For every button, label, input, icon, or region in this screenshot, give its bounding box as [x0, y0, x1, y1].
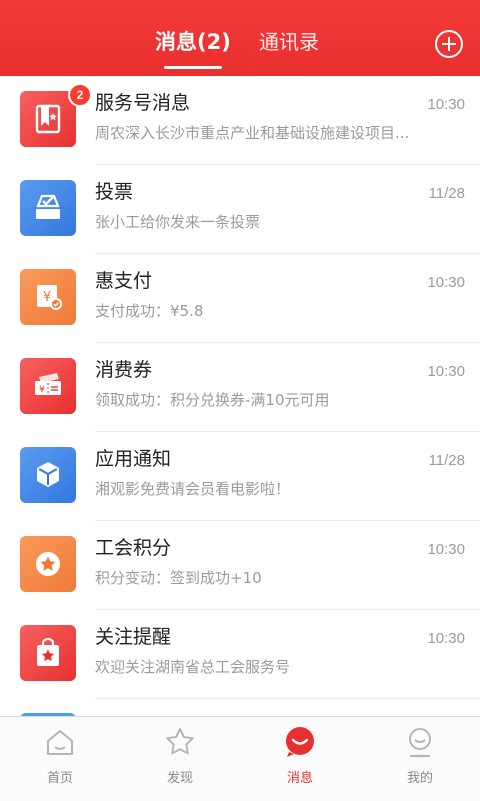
bottom-tab-bar: 首页 发现 消息 我的 — [0, 716, 480, 801]
tabbar-label: 消息 — [286, 771, 313, 786]
list-item[interactable]: 2 服务号消息 周农深入长沙市重点产业和基础设施建设项目... 10:30 — [0, 76, 480, 165]
star-circle-icon — [20, 536, 76, 592]
home-icon — [47, 729, 73, 755]
unread-badge: 2 — [68, 83, 92, 107]
tabbar-item-profile[interactable]: 我的 — [360, 717, 480, 801]
svg-text:¥: ¥ — [43, 290, 51, 305]
tabbar-item-discover[interactable]: 发现 — [120, 717, 240, 801]
list-item[interactable]: 工会积分 积分变动：签到成功+10 10:30 — [0, 521, 480, 610]
yuan-payment-icon: ¥ — [20, 269, 76, 325]
item-subtitle: 周农深入长沙市重点产业和基础设施建设项目... — [95, 124, 410, 142]
item-time: 10:30 — [427, 363, 465, 380]
item-subtitle: 积分变动：签到成功+10 — [95, 569, 262, 587]
svg-text:¥: ¥ — [39, 385, 45, 395]
item-subtitle: 欢迎关注湖南省总工会服务号 — [95, 658, 291, 676]
item-time: 10:30 — [427, 96, 465, 113]
coupon-icon: ¥ — [20, 358, 76, 414]
item-title: 消费券 — [95, 359, 153, 381]
item-time: 10:30 — [427, 541, 465, 558]
add-icon[interactable] — [435, 30, 463, 58]
item-title: 关注提醒 — [95, 626, 172, 648]
tabbar-label: 首页 — [46, 771, 73, 786]
item-title: 服务号消息 — [95, 92, 191, 114]
cube-icon — [20, 447, 76, 503]
star-icon — [166, 728, 194, 755]
tab-contacts[interactable]: 通讯录 — [259, 30, 319, 54]
item-title: 工会积分 — [95, 537, 172, 559]
top-header: 消息(2) 通讯录 — [0, 0, 480, 76]
active-tab-indicator — [164, 66, 222, 69]
bag-star-icon — [20, 625, 76, 681]
tabbar-label: 发现 — [166, 771, 193, 786]
tabbar-item-messages[interactable]: 消息 — [240, 717, 360, 801]
tabbar-item-home[interactable]: 首页 — [0, 717, 120, 801]
list-item[interactable]: ¥ 消费券 领取成功：积分兑换券-满10元可用 10:30 — [0, 343, 480, 432]
profile-icon — [409, 728, 431, 758]
message-bubble-icon — [286, 727, 314, 757]
item-title: 投票 — [95, 181, 134, 203]
list-item[interactable]: 应用通知 湘观影免费请会员看电影啦！ 11/28 — [0, 432, 480, 521]
item-title: 应用通知 — [95, 448, 172, 470]
item-time: 11/28 — [428, 452, 465, 469]
message-list: 2 服务号消息 周农深入长沙市重点产业和基础设施建设项目... 10:30 投票… — [0, 76, 480, 699]
item-subtitle: 领取成功：积分兑换券-满10元可用 — [95, 391, 330, 409]
item-subtitle: 张小工给你发来一条投票 — [95, 213, 261, 231]
ballot-box-icon — [20, 180, 76, 236]
list-item[interactable]: 投票 张小工给你发来一条投票 11/28 — [0, 165, 480, 254]
item-subtitle: 支付成功：¥5.8 — [95, 302, 204, 320]
item-time: 10:30 — [427, 630, 465, 647]
item-time: 11/28 — [428, 185, 465, 202]
list-item[interactable]: 关注提醒 欢迎关注湖南省总工会服务号 10:30 — [0, 610, 480, 699]
item-subtitle: 湘观影免费请会员看电影啦！ — [95, 480, 291, 498]
bookmark-star-icon — [20, 91, 76, 147]
item-title: 惠支付 — [95, 270, 153, 292]
tab-messages[interactable]: 消息(2) — [155, 30, 231, 54]
list-item[interactable]: ¥ 惠支付 支付成功：¥5.8 10:30 — [0, 254, 480, 343]
item-time: 10:30 — [427, 274, 465, 291]
tabbar-label: 我的 — [406, 771, 433, 786]
